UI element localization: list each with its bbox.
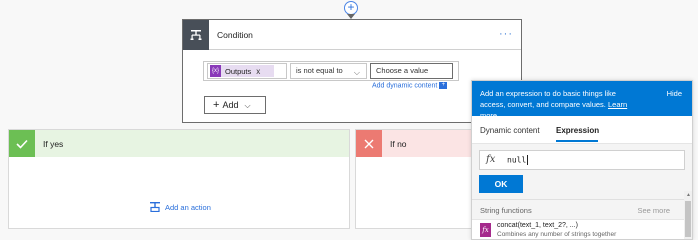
if-no-header[interactable]: If no bbox=[356, 130, 474, 157]
dynamic-content-panel: Add an expression to do basic things lik… bbox=[471, 80, 693, 240]
function-name: concat(text_1, text_2?, ...) bbox=[497, 222, 578, 229]
if-yes-branch: If yes bbox=[8, 129, 350, 229]
add-step-plus-icon[interactable]: + bbox=[344, 1, 358, 15]
section-title: String functions bbox=[480, 206, 532, 215]
add-an-action-link[interactable]: Add an action bbox=[150, 202, 211, 212]
plus-icon: + bbox=[213, 99, 220, 111]
add-dynamic-content-link[interactable]: Add dynamic content + bbox=[372, 82, 448, 90]
if-no-branch: If no bbox=[355, 129, 475, 229]
add-label: Add bbox=[222, 100, 239, 110]
active-tab-indicator bbox=[556, 140, 598, 142]
function-description: Combines any number of strings together bbox=[497, 231, 617, 238]
token-label: Outputs bbox=[225, 66, 252, 76]
tab-dynamic-content[interactable]: Dynamic content bbox=[480, 126, 540, 135]
if-yes-title: If yes bbox=[43, 138, 64, 149]
panel-tabs: Dynamic content Expression bbox=[472, 116, 692, 144]
panel-intro: Add an expression to do basic things lik… bbox=[480, 89, 616, 109]
expression-text: null bbox=[507, 155, 529, 165]
condition-title: Condition bbox=[217, 29, 253, 40]
function-fx-icon: fx bbox=[480, 223, 491, 237]
dynamic-link-label: Add dynamic content bbox=[372, 82, 438, 90]
see-more-link[interactable]: See more bbox=[637, 206, 670, 215]
remove-token-button[interactable]: x bbox=[256, 67, 260, 76]
fx-icon: fx bbox=[486, 154, 496, 165]
chevron-down-icon: ⌵ bbox=[244, 101, 251, 110]
string-functions-section: String functions See more bbox=[472, 200, 692, 220]
add-action-icon bbox=[150, 202, 160, 212]
left-operand-field[interactable]: {x} Outputs x bbox=[207, 63, 287, 79]
value-input[interactable]: Choose a value bbox=[370, 63, 453, 79]
tab-expression[interactable]: Expression bbox=[556, 126, 599, 135]
add-button[interactable]: + Add ⌵ bbox=[204, 96, 266, 114]
condition-header[interactable]: Condition ··· bbox=[183, 19, 521, 50]
expression-editor: fx null OK bbox=[472, 144, 692, 200]
operator-dropdown[interactable]: is not equal to ⌵ bbox=[290, 63, 367, 79]
expression-token-icon: {x} bbox=[210, 65, 221, 77]
scroll-up-icon[interactable]: ▲ bbox=[686, 192, 691, 198]
dynamic-content-icon: + bbox=[439, 82, 448, 89]
function-item[interactable]: fx concat(text_1, text_2?, ...) Combines… bbox=[472, 220, 692, 239]
ok-button[interactable]: OK bbox=[479, 175, 523, 193]
checkmark-icon bbox=[9, 130, 35, 157]
add-action-label: Add an action bbox=[165, 202, 211, 212]
chevron-down-icon: ⌵ bbox=[353, 68, 360, 77]
close-x-icon bbox=[356, 130, 382, 157]
if-no-title: If no bbox=[390, 138, 407, 149]
condition-row: {x} Outputs x is not equal to ⌵ Choose a… bbox=[203, 61, 459, 81]
operator-value: is not equal to bbox=[296, 66, 343, 75]
more-options-button[interactable]: ··· bbox=[499, 28, 513, 40]
panel-header: Add an expression to do basic things lik… bbox=[472, 81, 692, 120]
scrollbar-thumb[interactable] bbox=[685, 201, 691, 237]
condition-icon bbox=[183, 19, 209, 50]
if-yes-header[interactable]: If yes bbox=[9, 130, 349, 157]
dynamic-token[interactable]: {x} Outputs x bbox=[210, 65, 274, 77]
expression-input[interactable]: fx null bbox=[479, 150, 685, 170]
hide-button[interactable]: Hide bbox=[667, 88, 682, 99]
